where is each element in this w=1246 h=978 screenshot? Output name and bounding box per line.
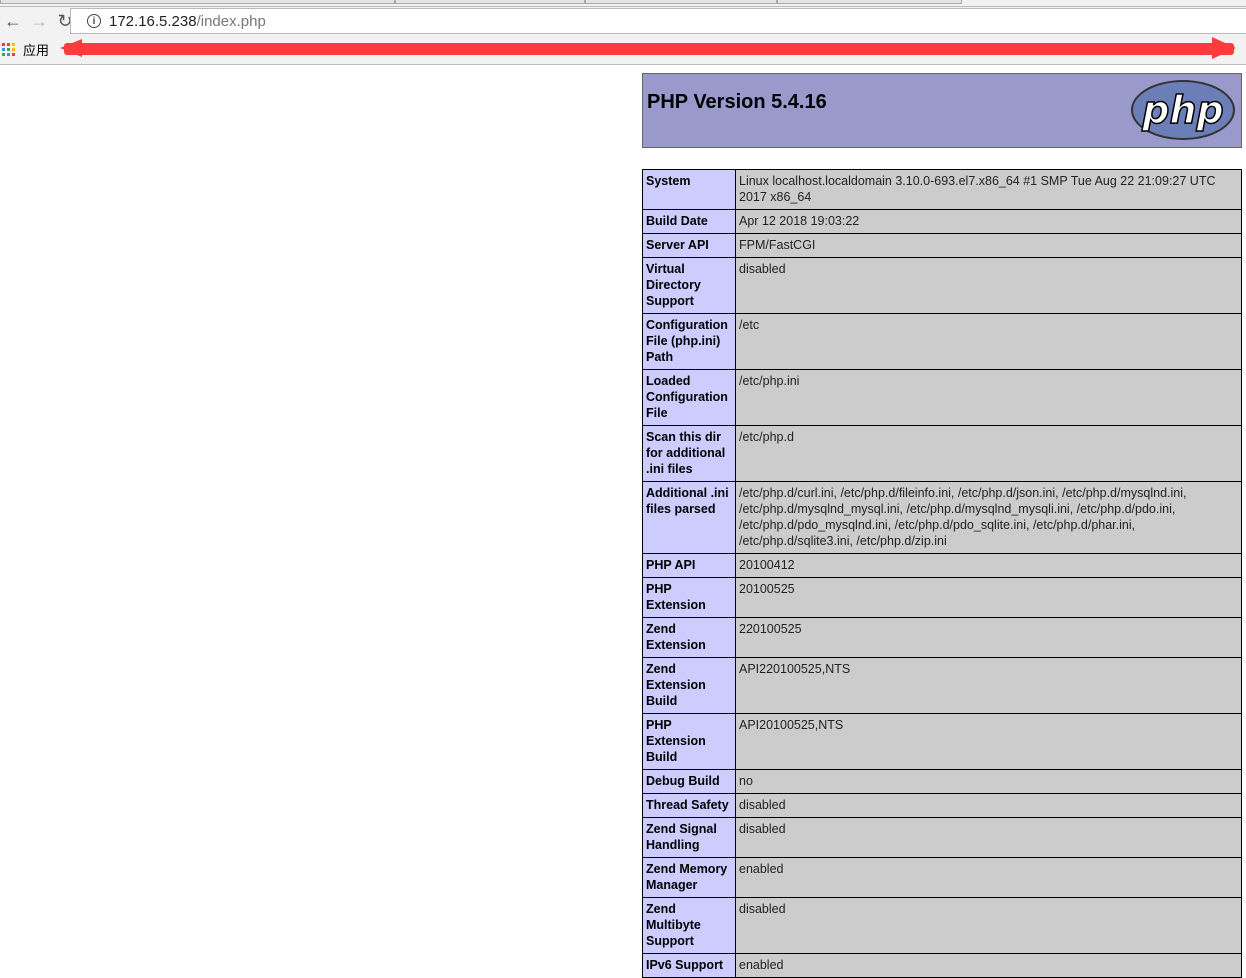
table-row: Zend Signal Handling disabled bbox=[642, 817, 1242, 858]
phpinfo-content: PHP Version 5.4.16 php System Linux local… bbox=[642, 73, 1242, 978]
url-path: /index.php bbox=[196, 12, 266, 30]
row-key: System bbox=[642, 169, 736, 210]
row-key: Scan this dir for additional .ini files bbox=[642, 425, 736, 482]
row-value: FPM/FastCGI bbox=[735, 233, 1242, 258]
row-value: enabled bbox=[735, 953, 1242, 978]
table-row: Zend Extension Build API220100525,NTS bbox=[642, 657, 1242, 714]
table-row: Server API FPM/FastCGI bbox=[642, 233, 1242, 258]
row-value: disabled bbox=[735, 897, 1242, 954]
red-arrow-right-icon bbox=[1212, 37, 1236, 59]
php-logo-text: php bbox=[1142, 87, 1225, 133]
row-value: Linux localhost.localdomain 3.10.0-693.e… bbox=[735, 169, 1242, 210]
row-value: /etc/php.ini bbox=[735, 369, 1242, 426]
table-row: Scan this dir for additional .ini files /… bbox=[642, 425, 1242, 482]
row-key: Thread Safety bbox=[642, 793, 736, 818]
row-key: PHP Extension bbox=[642, 577, 736, 618]
table-row: Configuration File (php.ini) Path/etc bbox=[642, 313, 1242, 370]
table-row: IPv6 Support enabled bbox=[642, 953, 1242, 978]
address-bar[interactable]: i 172.16.5.238/index.php bbox=[70, 8, 1246, 34]
table-row: Zend Memory Manager enabled bbox=[642, 857, 1242, 898]
table-row: Debug Build no bbox=[642, 769, 1242, 794]
row-value: 220100525 bbox=[735, 617, 1242, 658]
row-key: Zend Extension bbox=[642, 617, 736, 658]
row-value: enabled bbox=[735, 857, 1242, 898]
row-key: Additional .ini files parsed bbox=[642, 481, 736, 554]
browser-tab[interactable] bbox=[0, 0, 395, 4]
table-row: Thread Safety disabled bbox=[642, 793, 1242, 818]
row-value: 20100525 bbox=[735, 577, 1242, 618]
redaction-scribble bbox=[64, 43, 1234, 55]
row-key: Configuration File (php.ini) Path bbox=[642, 313, 736, 370]
table-row: PHP Extension 20100525 bbox=[642, 577, 1242, 618]
row-value: disabled bbox=[735, 793, 1242, 818]
phpinfo-header: PHP Version 5.4.16 php bbox=[642, 73, 1242, 148]
bookmarks-bar: 应用 bbox=[0, 35, 1246, 65]
back-icon[interactable]: ← bbox=[0, 11, 26, 32]
row-key: Build Date bbox=[642, 209, 736, 234]
page-title: PHP Version 5.4.16 bbox=[647, 91, 827, 113]
table-row: Additional .ini files parsed/etc/php.d/c… bbox=[642, 481, 1242, 554]
red-arrow-left-icon bbox=[60, 39, 82, 57]
row-value: API220100525,NTS bbox=[735, 657, 1242, 714]
row-key: Zend Multibyte Support bbox=[642, 897, 736, 954]
bookmark-apps[interactable]: 应用 bbox=[23, 40, 49, 59]
table-row: Zend Extension 220100525 bbox=[642, 617, 1242, 658]
browser-tab[interactable] bbox=[395, 0, 585, 4]
table-row: Zend Multibyte Support disabled bbox=[642, 897, 1242, 954]
row-value: disabled bbox=[735, 257, 1242, 314]
row-value: API20100525,NTS bbox=[735, 713, 1242, 770]
row-key: PHP Extension Build bbox=[642, 713, 736, 770]
row-key: Zend Memory Manager bbox=[642, 857, 736, 898]
table-row: PHP API 20100412 bbox=[642, 553, 1242, 578]
table-row: PHP Extension Build API20100525,NTS bbox=[642, 713, 1242, 770]
row-value: no bbox=[735, 769, 1242, 794]
row-key: Loaded Configuration File bbox=[642, 369, 736, 426]
row-value: disabled bbox=[735, 817, 1242, 858]
table-row: Loaded Configuration File/etc/php.ini bbox=[642, 369, 1242, 426]
row-key: Zend Extension Build bbox=[642, 657, 736, 714]
php-logo[interactable]: php bbox=[1131, 80, 1235, 140]
browser-tab[interactable] bbox=[585, 0, 777, 4]
row-key: PHP API bbox=[642, 553, 736, 578]
table-row: Build Date Apr 12 2018 19:03:22 bbox=[642, 209, 1242, 234]
row-value: /etc/php.d bbox=[735, 425, 1242, 482]
row-value: /etc bbox=[735, 313, 1242, 370]
row-key: Zend Signal Handling bbox=[642, 817, 736, 858]
row-key: Debug Build bbox=[642, 769, 736, 794]
row-key: Virtual Directory Support bbox=[642, 257, 736, 314]
table-row: System Linux localhost.localdomain 3.10.0… bbox=[642, 169, 1242, 210]
row-value: Apr 12 2018 19:03:22 bbox=[735, 209, 1242, 234]
info-icon[interactable]: i bbox=[87, 14, 101, 28]
apps-grid-icon[interactable] bbox=[2, 43, 15, 56]
browser-tab[interactable] bbox=[777, 0, 962, 4]
row-key: IPv6 Support bbox=[642, 953, 736, 978]
row-value: /etc/php.d/curl.ini, /etc/php.d/fileinfo… bbox=[735, 481, 1242, 554]
tab-strip bbox=[0, 0, 1246, 7]
row-value: 20100412 bbox=[735, 553, 1242, 578]
row-key: Server API bbox=[642, 233, 736, 258]
phpinfo-table: System Linux localhost.localdomain 3.10.0… bbox=[642, 169, 1242, 978]
url-host: 172.16.5.238 bbox=[109, 12, 197, 30]
table-row: Virtual Directory Support disabled bbox=[642, 257, 1242, 314]
browser-toolbar: ← → ↻ i 172.16.5.238/index.php bbox=[0, 7, 1246, 35]
forward-icon[interactable]: → bbox=[26, 11, 52, 32]
